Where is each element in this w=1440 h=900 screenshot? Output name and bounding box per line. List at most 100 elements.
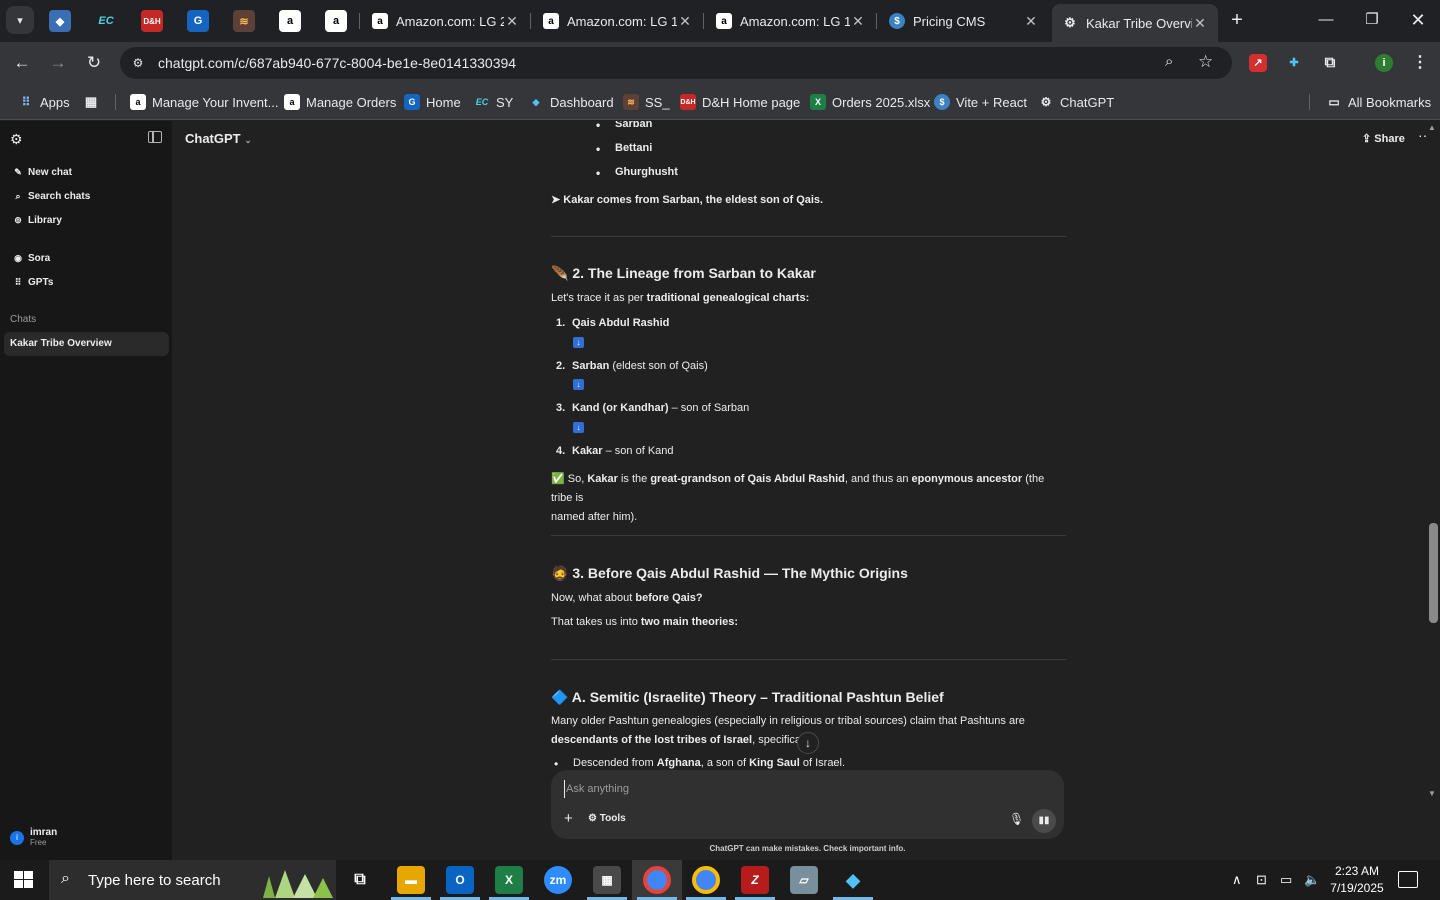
bookmark-vite-react[interactable]: $ Vite + React bbox=[934, 92, 1027, 112]
close-tab-icon[interactable]: ✕ bbox=[850, 13, 866, 30]
tab-pricing-cms[interactable]: $ Pricing CMS ✕ bbox=[879, 6, 1049, 36]
library-label: Library bbox=[28, 214, 62, 226]
search-chats-button[interactable]: ⌕ Search chats bbox=[12, 188, 90, 204]
page-scrollbar[interactable]: ▲ ▼ bbox=[1427, 121, 1440, 860]
bookmark-dh-home[interactable]: D&H D&H Home page bbox=[680, 92, 800, 112]
vscode-app-icon[interactable]: ◆ bbox=[839, 866, 867, 894]
zoom-app-icon[interactable]: zm bbox=[544, 866, 572, 894]
bookmark-ss[interactable]: ≋ SS_ bbox=[623, 92, 670, 112]
pinned-tab-amazon-a[interactable]: a bbox=[279, 10, 301, 32]
notepad-icon[interactable]: ▱ bbox=[790, 866, 818, 894]
chatgpt-logo-icon[interactable]: ⚙ bbox=[10, 131, 23, 148]
pinned-tab-pdf[interactable]: D&H bbox=[141, 10, 163, 32]
conclusion-paragraph: ✅ So, Kakar is the great-grandson of Qai… bbox=[551, 473, 1045, 523]
sidebar-toggle-icon[interactable] bbox=[148, 131, 162, 143]
scroll-down-icon[interactable]: ▼ bbox=[1428, 789, 1436, 798]
model-selector[interactable]: ChatGPT ⌄ bbox=[185, 131, 252, 146]
all-bookmarks[interactable]: ▭ All Bookmarks bbox=[1326, 92, 1431, 112]
voice-mode-icon[interactable]: ▮▮ bbox=[1032, 809, 1056, 833]
pinned-tab-stack[interactable]: ≋ bbox=[233, 10, 255, 32]
plus-icon[interactable]: + bbox=[564, 810, 573, 827]
task-view-icon[interactable]: ⧉ bbox=[346, 866, 374, 894]
network-icon[interactable]: ▭ bbox=[1280, 872, 1292, 888]
filezilla-icon[interactable]: Z bbox=[741, 866, 769, 894]
search-icon: ⌕ bbox=[15, 190, 21, 201]
tab-amazon-3[interactable]: a Amazon.com: LG 1 ✕ bbox=[706, 6, 876, 36]
message-composer: + ⚙ Tools 🎙 ▮▮ bbox=[551, 770, 1064, 839]
minimize-icon[interactable]: — bbox=[1306, 6, 1346, 34]
bookmark-apps[interactable]: ⠿ Apps bbox=[18, 92, 70, 112]
site-info-icon[interactable]: ⚙ bbox=[128, 56, 148, 70]
close-tab-icon[interactable]: ✕ bbox=[1023, 13, 1039, 30]
close-tab-icon[interactable]: ✕ bbox=[504, 13, 520, 30]
zoom-icon[interactable]: ⌕ bbox=[1165, 53, 1173, 70]
excel-icon[interactable]: X bbox=[495, 866, 523, 894]
back-icon[interactable]: ← bbox=[10, 51, 34, 75]
chrome-icon[interactable] bbox=[643, 866, 671, 894]
close-tab-icon[interactable]: ✕ bbox=[677, 13, 693, 30]
share-button[interactable]: ⇪ Share bbox=[1362, 132, 1405, 145]
lineage-item: Kakar – son of Kand bbox=[572, 445, 674, 457]
show-hidden-icons[interactable]: ∧ bbox=[1232, 872, 1242, 888]
pinned-tab-amazon-b[interactable]: a bbox=[325, 10, 347, 32]
close-window-icon[interactable]: ✕ bbox=[1398, 6, 1438, 34]
bookmark-dashboard[interactable]: ◆ Dashboard bbox=[528, 92, 614, 112]
gpts-button[interactable]: ⠿ GPTs bbox=[12, 274, 54, 290]
scroll-to-bottom-button[interactable]: ↓ bbox=[797, 732, 819, 754]
restore-icon[interactable]: ❐ bbox=[1352, 6, 1392, 34]
tab-amazon-2[interactable]: a Amazon.com: LG 1 ✕ bbox=[533, 6, 703, 36]
taskbar-search[interactable]: ⌕ Type here to search bbox=[49, 860, 336, 900]
pinned-tab-ec[interactable]: EC bbox=[95, 10, 117, 32]
system-clock[interactable]: 2:23 AM 7/19/2025 bbox=[1326, 863, 1388, 897]
new-tab-icon[interactable]: + bbox=[1226, 9, 1248, 31]
scroll-thumb[interactable] bbox=[1429, 523, 1438, 623]
bookmark-manage-orders[interactable]: a Manage Orders bbox=[284, 92, 396, 112]
tab-search-dropdown-icon[interactable]: ▾ bbox=[6, 6, 34, 34]
outlook-icon[interactable]: O bbox=[446, 866, 474, 894]
user-profile[interactable]: i imran Free bbox=[10, 828, 57, 848]
windows-start-icon[interactable] bbox=[14, 871, 34, 889]
apps-grid-icon: ⠿ bbox=[21, 95, 31, 109]
pinned-tab-g[interactable]: G bbox=[187, 10, 209, 32]
bookmark-sy[interactable]: EC SY bbox=[474, 92, 514, 112]
tab-groups-icon[interactable]: ▦ bbox=[83, 92, 105, 112]
disclaimer-text: ChatGPT can make mistakes. Check importa… bbox=[709, 844, 906, 853]
scroll-up-icon[interactable]: ▲ bbox=[1428, 123, 1436, 132]
clock-date: 7/19/2025 bbox=[1330, 881, 1384, 895]
prompt-input[interactable] bbox=[564, 780, 1024, 798]
address-bar[interactable]: ⚙ chatgpt.com/c/687ab940-677c-8004-be1e-… bbox=[120, 47, 1232, 79]
profile-avatar[interactable]: i bbox=[1375, 54, 1393, 72]
url-text[interactable]: chatgpt.com/c/687ab940-677c-8004-be1e-8e… bbox=[158, 55, 516, 71]
library-button[interactable]: ⊚ Library bbox=[12, 212, 62, 228]
chrome-profile-icon[interactable] bbox=[692, 866, 720, 894]
new-chat-button[interactable]: ✎ New chat bbox=[12, 164, 72, 180]
tab-amazon-1[interactable]: a Amazon.com: LG 2 ✕ bbox=[362, 6, 530, 36]
file-explorer-icon[interactable]: ▬ bbox=[397, 866, 425, 894]
browser-menu-icon[interactable]: ⋮ bbox=[1411, 54, 1429, 72]
clock-time: 2:23 AM bbox=[1334, 864, 1380, 878]
extension-blue-icon[interactable]: ✚ bbox=[1285, 54, 1303, 72]
notifications-icon[interactable] bbox=[1398, 871, 1418, 888]
bookmark-manage-inventory[interactable]: a Manage Your Invent... bbox=[130, 92, 278, 112]
tab-kakar-tribe-overview[interactable]: ⚙ Kakar Tribe Overvi ✕ bbox=[1052, 4, 1218, 42]
forward-icon[interactable]: → bbox=[46, 51, 70, 75]
chat-item-kakar-tribe-overview[interactable]: Kakar Tribe Overview bbox=[4, 332, 169, 356]
pinned-tab-dashboard[interactable]: ◆ bbox=[49, 10, 71, 32]
close-tab-icon[interactable]: ✕ bbox=[1192, 15, 1208, 32]
calculator-icon[interactable]: ▦ bbox=[593, 866, 621, 894]
bookmark-chatgpt[interactable]: ⚙ ChatGPT bbox=[1038, 92, 1115, 112]
reload-icon[interactable]: ↻ bbox=[82, 51, 106, 75]
extensions-puzzle-icon[interactable]: ⧉ bbox=[1321, 54, 1339, 72]
bookmark-home[interactable]: G Home bbox=[404, 92, 461, 112]
network-warning-icon[interactable]: ⊡ bbox=[1256, 872, 1267, 888]
bookmark-label: Manage Your Invent... bbox=[152, 94, 279, 110]
bookmark-star-icon[interactable]: ☆ bbox=[1198, 52, 1213, 72]
user-plan: Free bbox=[30, 838, 47, 847]
new-chat-label: New chat bbox=[28, 166, 72, 178]
volume-icon[interactable]: 🔈 bbox=[1304, 872, 1320, 888]
bookmark-orders-xlsx[interactable]: X Orders 2025.xlsx bbox=[810, 92, 930, 112]
sora-button[interactable]: ◉ Sora bbox=[12, 250, 50, 266]
tools-button[interactable]: ⚙ Tools bbox=[588, 813, 626, 824]
microphone-icon[interactable]: 🎙 bbox=[1009, 812, 1024, 826]
extension-red-icon[interactable]: ↗ bbox=[1249, 54, 1267, 72]
